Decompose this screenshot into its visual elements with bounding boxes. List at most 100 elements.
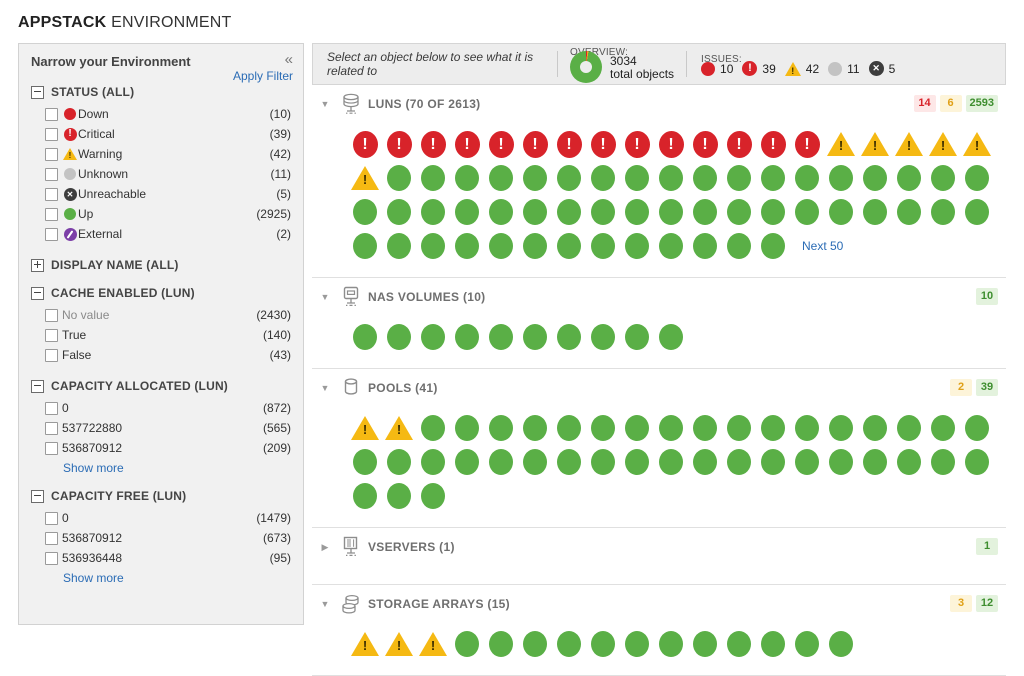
facet-checkbox[interactable] <box>45 208 58 221</box>
object-node-up[interactable] <box>489 233 513 259</box>
object-cell[interactable] <box>552 324 586 350</box>
object-node-up[interactable] <box>659 631 683 657</box>
object-node-up[interactable] <box>693 199 717 225</box>
facet-checkbox[interactable] <box>45 228 58 241</box>
object-cell[interactable] <box>926 165 960 191</box>
object-node-up[interactable] <box>625 324 649 350</box>
facet-option[interactable]: Unreachable(5) <box>19 184 303 204</box>
object-cell[interactable] <box>722 131 756 158</box>
facet-checkbox[interactable] <box>45 148 58 161</box>
object-node-up[interactable] <box>693 233 717 259</box>
chevron-right-icon[interactable]: ▶ <box>316 542 334 553</box>
object-cell[interactable] <box>552 199 586 225</box>
object-cell[interactable] <box>348 233 382 259</box>
object-cell[interactable] <box>484 199 518 225</box>
object-node-up[interactable] <box>421 324 445 350</box>
object-cell[interactable] <box>416 131 450 158</box>
object-cell[interactable] <box>688 131 722 158</box>
facet-option[interactable]: 0(872) <box>19 398 303 418</box>
object-cell[interactable] <box>382 483 416 509</box>
facet-checkbox[interactable] <box>45 402 58 415</box>
facet-header[interactable]: CAPACITY ALLOCATED (LUN) <box>19 379 303 393</box>
object-node-up[interactable] <box>965 199 989 225</box>
collapse-facet-icon[interactable] <box>31 380 44 393</box>
object-node-up[interactable] <box>965 165 989 191</box>
object-cell[interactable] <box>382 233 416 259</box>
object-node-up[interactable] <box>625 449 649 475</box>
object-cell[interactable] <box>790 449 824 475</box>
object-cell[interactable] <box>620 631 654 657</box>
chevron-down-icon[interactable]: ▼ <box>316 383 334 393</box>
object-cell[interactable] <box>416 233 450 259</box>
object-cell[interactable] <box>450 324 484 350</box>
object-cell[interactable] <box>416 483 450 509</box>
object-cell[interactable] <box>790 165 824 191</box>
object-cell[interactable] <box>790 131 824 158</box>
object-cell[interactable] <box>518 415 552 441</box>
object-cell[interactable] <box>484 631 518 657</box>
object-cell[interactable] <box>688 415 722 441</box>
object-cell[interactable] <box>382 199 416 225</box>
object-cell[interactable] <box>654 199 688 225</box>
facet-checkbox[interactable] <box>45 168 58 181</box>
object-node-up[interactable] <box>523 324 547 350</box>
object-cell[interactable] <box>688 631 722 657</box>
object-cell[interactable] <box>688 165 722 191</box>
chevron-down-icon[interactable]: ▼ <box>316 99 334 109</box>
object-node-up[interactable] <box>557 415 581 441</box>
object-cell[interactable] <box>518 233 552 259</box>
object-node-up[interactable] <box>829 415 853 441</box>
object-cell[interactable] <box>348 483 382 509</box>
object-cell[interactable] <box>892 415 926 441</box>
object-cell[interactable] <box>416 165 450 191</box>
object-cell[interactable] <box>654 324 688 350</box>
object-cell[interactable] <box>416 632 450 656</box>
object-cell[interactable] <box>960 415 994 441</box>
show-more-link[interactable]: Show more <box>19 458 303 475</box>
object-cell[interactable] <box>348 449 382 475</box>
object-node-up[interactable] <box>387 449 411 475</box>
object-cell[interactable] <box>960 199 994 225</box>
object-node-critical[interactable] <box>761 131 786 158</box>
object-node-up[interactable] <box>353 199 377 225</box>
object-node-up[interactable] <box>489 631 513 657</box>
object-node-up[interactable] <box>829 165 853 191</box>
object-node-up[interactable] <box>727 165 751 191</box>
object-node-up[interactable] <box>557 233 581 259</box>
chevron-down-icon[interactable]: ▼ <box>316 292 334 302</box>
object-cell[interactable] <box>552 233 586 259</box>
facet-option[interactable]: 536870912(209) <box>19 438 303 458</box>
object-cell[interactable] <box>926 199 960 225</box>
object-cell[interactable] <box>824 199 858 225</box>
object-node-up[interactable] <box>557 199 581 225</box>
facet-option[interactable]: Unknown(11) <box>19 164 303 184</box>
facet-option[interactable]: 536870912(673) <box>19 528 303 548</box>
facet-checkbox[interactable] <box>45 309 58 322</box>
facet-checkbox[interactable] <box>45 128 58 141</box>
object-cell[interactable] <box>756 233 790 259</box>
object-cell[interactable] <box>348 131 382 158</box>
object-node-up[interactable] <box>897 415 921 441</box>
object-node-up[interactable] <box>489 324 513 350</box>
object-node-up[interactable] <box>421 449 445 475</box>
object-node-critical[interactable] <box>387 131 412 158</box>
object-node-warning[interactable] <box>895 132 923 156</box>
object-node-up[interactable] <box>625 415 649 441</box>
object-node-up[interactable] <box>387 483 411 509</box>
section-header[interactable]: ▼NAS VOLUMES (10)10 <box>312 278 1006 316</box>
object-node-up[interactable] <box>625 199 649 225</box>
object-cell[interactable] <box>790 631 824 657</box>
object-node-up[interactable] <box>897 165 921 191</box>
object-cell[interactable] <box>416 324 450 350</box>
object-cell[interactable] <box>756 199 790 225</box>
object-cell[interactable] <box>620 449 654 475</box>
object-node-up[interactable] <box>931 415 955 441</box>
object-cell[interactable] <box>790 199 824 225</box>
object-node-up[interactable] <box>455 165 479 191</box>
facet-checkbox[interactable] <box>45 188 58 201</box>
collapse-sidebar-icon[interactable]: « <box>285 52 293 67</box>
object-node-critical[interactable] <box>523 131 548 158</box>
object-node-up[interactable] <box>387 199 411 225</box>
object-cell[interactable] <box>654 415 688 441</box>
object-cell[interactable] <box>484 449 518 475</box>
